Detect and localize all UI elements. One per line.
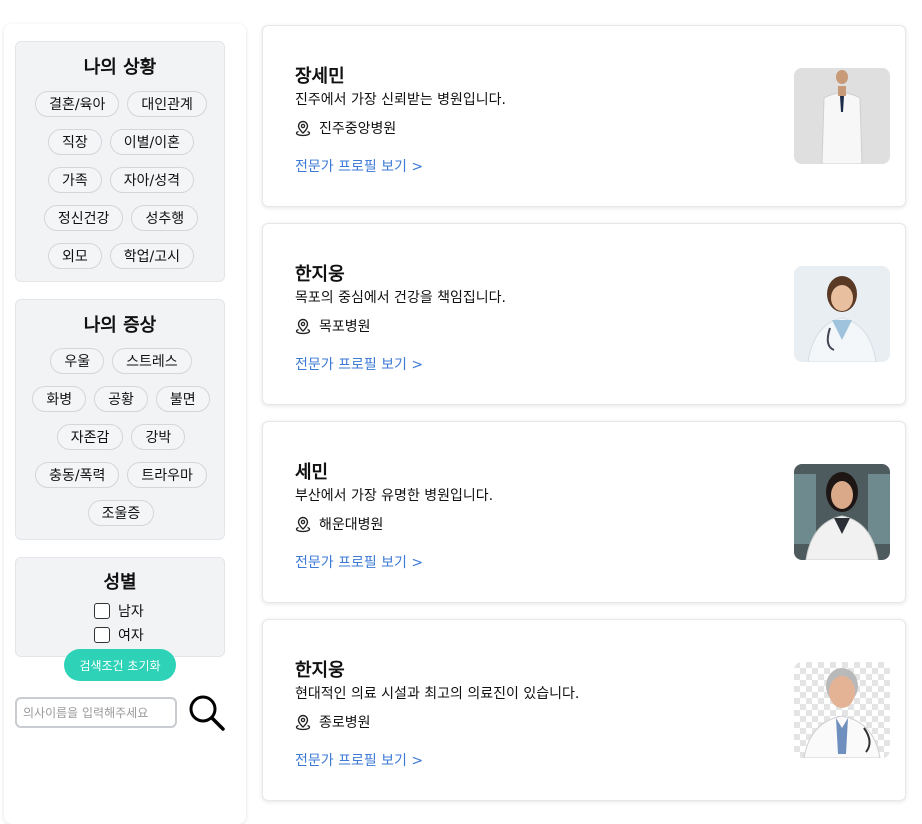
doctor-photo (794, 68, 890, 164)
tag-harassment[interactable]: 성추행 (131, 205, 199, 231)
gender-panel: 성별 남자 여자 (15, 557, 225, 657)
symptom-tags: 우울 스트레스 화병 공황 불면 자존감 강박 충동/폭력 트라우마 조울증 (16, 348, 226, 526)
tag-bipolar[interactable]: 조울증 (87, 500, 155, 526)
doctor-portrait-icon (794, 464, 890, 560)
tag-impulse-violence[interactable]: 충동/폭력 (35, 462, 120, 488)
tag-insomnia[interactable]: 불면 (155, 386, 210, 412)
tag-panic[interactable]: 공황 (94, 386, 148, 412)
doctor-name: 한지웅 (295, 264, 345, 285)
doctor-card[interactable]: 한지웅 목포의 중심에서 건강을 책임집니다. 목포병원 전문가 프로필 보기 … (262, 223, 906, 405)
doctor-name: 장세민 (295, 66, 345, 87)
profile-link[interactable]: 전문가 프로필 보기 > (295, 156, 423, 176)
tag-trauma[interactable]: 트라우마 (127, 462, 207, 488)
tag-work[interactable]: 직장 (47, 129, 102, 155)
gender-option-female[interactable]: 여자 (94, 624, 144, 646)
tag-family[interactable]: 가족 (47, 167, 102, 193)
doctor-photo (794, 266, 890, 362)
doctor-description: 진주에서 가장 신뢰받는 병원입니다. (295, 92, 506, 108)
doctor-photo (794, 662, 890, 758)
tag-anger[interactable]: 화병 (32, 386, 87, 412)
reset-filters-button[interactable]: 검색조건 초기화 (64, 649, 176, 681)
male-checkbox[interactable] (94, 603, 110, 619)
tag-mental-health[interactable]: 정신건강 (43, 205, 124, 231)
tag-stress[interactable]: 스트레스 (112, 348, 192, 374)
hospital-info: 해운대병원 (295, 514, 383, 534)
hospital-info: 종로병원 (295, 712, 371, 732)
gender-option-male[interactable]: 남자 (94, 600, 144, 622)
hospital-info: 목포병원 (295, 316, 371, 336)
hospital-name: 목포병원 (319, 319, 371, 335)
doctor-description: 현대적인 의료 시설과 최고의 의료진이 있습니다. (295, 686, 580, 702)
search-button[interactable] (186, 693, 226, 733)
tag-appearance[interactable]: 외모 (47, 243, 102, 269)
doctor-description: 목포의 중심에서 건강을 책임집니다. (295, 290, 506, 306)
situation-tags: 결혼/육아 대인관계 직장 이별/이혼 가족 자아/성격 정신건강 성추행 외모… (16, 91, 226, 269)
doctor-portrait-icon (794, 266, 890, 362)
doctor-photo (794, 464, 890, 560)
tag-depression[interactable]: 우울 (50, 348, 105, 374)
female-checkbox[interactable] (94, 627, 110, 643)
doctor-card[interactable]: 한지웅 현대적인 의료 시설과 최고의 의료진이 있습니다. 종로병원 전문가 … (262, 619, 906, 801)
doctor-portrait-icon (794, 662, 890, 758)
tag-obsession[interactable]: 강박 (131, 424, 186, 450)
hospital-info: 진주중앙병원 (295, 118, 396, 138)
location-pin-icon (295, 516, 311, 532)
male-label: 남자 (118, 604, 144, 620)
tag-relationships[interactable]: 대인관계 (127, 91, 207, 117)
gender-title: 성별 (103, 572, 137, 593)
profile-link[interactable]: 전문가 프로필 보기 > (295, 552, 423, 572)
location-pin-icon (295, 120, 311, 136)
doctor-name: 한지웅 (295, 660, 345, 681)
doctor-search-input[interactable] (15, 697, 177, 728)
profile-link[interactable]: 전문가 프로필 보기 > (295, 354, 423, 374)
hospital-name: 종로병원 (319, 715, 371, 731)
location-pin-icon (295, 318, 311, 334)
doctor-card[interactable]: 장세민 진주에서 가장 신뢰받는 병원입니다. 진주중앙병원 전문가 프로필 보… (262, 25, 906, 207)
situation-panel: 나의 상황 결혼/육아 대인관계 직장 이별/이혼 가족 자아/성격 정신건강 … (15, 41, 225, 282)
gender-options: 남자 여자 (94, 600, 144, 646)
symptom-title: 나의 증상 (83, 315, 157, 336)
search-icon (189, 695, 225, 731)
symptom-panel: 나의 증상 우울 스트레스 화병 공황 불면 자존감 강박 충동/폭력 트라우마… (15, 299, 225, 540)
tag-self-esteem[interactable]: 자존감 (56, 424, 124, 450)
doctor-portrait-icon (794, 68, 890, 164)
doctor-description: 부산에서 가장 유명한 병원입니다. (295, 488, 494, 504)
hospital-name: 진주중앙병원 (319, 121, 397, 137)
hospital-name: 해운대병원 (319, 517, 384, 533)
situation-title: 나의 상황 (83, 57, 157, 78)
tag-marriage-parenting[interactable]: 결혼/육아 (35, 91, 120, 117)
tag-study-exam[interactable]: 학업/고시 (109, 243, 194, 269)
tag-self-personality[interactable]: 자아/성격 (109, 167, 194, 193)
profile-link[interactable]: 전문가 프로필 보기 > (295, 750, 423, 770)
location-pin-icon (295, 714, 311, 730)
female-label: 여자 (118, 628, 144, 644)
doctor-card[interactable]: 세민 부산에서 가장 유명한 병원입니다. 해운대병원 전문가 프로필 보기 > (262, 421, 906, 603)
doctor-name: 세민 (295, 462, 329, 483)
tag-breakup-divorce[interactable]: 이별/이혼 (109, 129, 194, 155)
